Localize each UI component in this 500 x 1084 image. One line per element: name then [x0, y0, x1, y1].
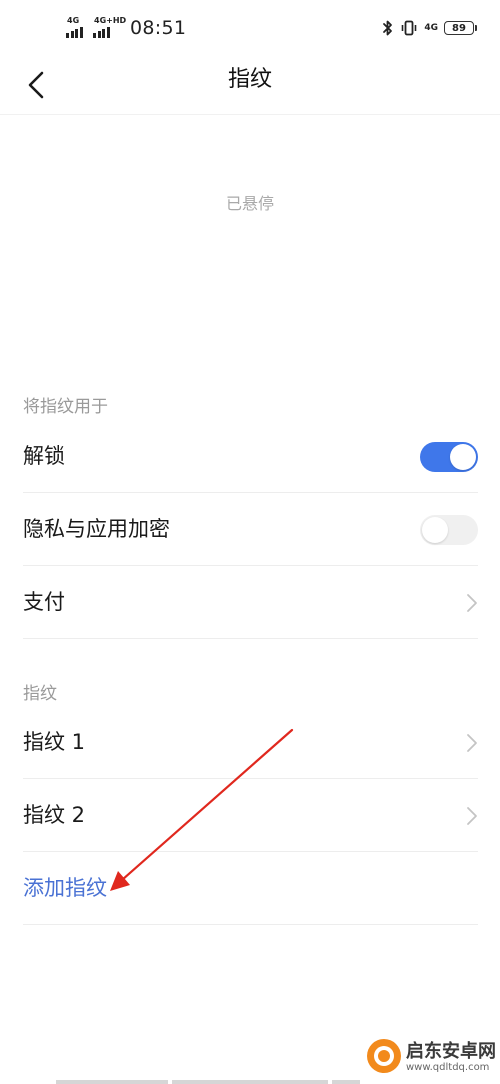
fingerprint-settings-screen: 4G 4G+HD 08:51 4G 89 指纹 已悬停 将指纹用于 解锁 隐私与…: [0, 0, 500, 1084]
data-network-label: 4G: [424, 23, 438, 33]
chevron-right-icon: [467, 733, 477, 752]
watermark-title: 启东安卓网: [406, 1041, 496, 1062]
status-bar: 4G 4G+HD 08:51 4G 89: [0, 0, 500, 56]
privacy-encryption-toggle[interactable]: [420, 514, 478, 545]
payment-row[interactable]: 支付: [23, 566, 478, 639]
sim1-network-label: 4G: [67, 16, 80, 25]
payment-label: 支付: [23, 590, 65, 614]
paused-status-text: 已悬停: [225, 194, 274, 213]
add-fingerprint-link[interactable]: 添加指纹: [23, 852, 107, 925]
privacy-encryption-label: 隐私与应用加密: [23, 517, 170, 541]
fingerprint-2-row[interactable]: 指纹 2: [23, 779, 478, 852]
site-watermark: 启东安卓网 www.qdltdq.com: [366, 1034, 496, 1080]
chevron-right-icon: [467, 806, 477, 825]
battery-level: 89: [452, 22, 466, 34]
usage-section-title: 将指纹用于: [23, 397, 108, 417]
watermark-logo-icon: [367, 1039, 401, 1073]
unlock-label: 解锁: [23, 444, 65, 468]
unlock-row[interactable]: 解锁: [23, 420, 478, 493]
fingerprint-section-title: 指纹: [23, 684, 57, 704]
app-header: 指纹: [0, 56, 500, 115]
page-title: 指纹: [227, 67, 272, 92]
unlock-toggle[interactable]: [420, 441, 478, 472]
sim1-signal-icon: 4G: [66, 16, 90, 40]
bottom-divider-bars: [56, 1080, 360, 1084]
vibrate-icon: [402, 20, 417, 36]
privacy-encryption-row[interactable]: 隐私与应用加密: [23, 493, 478, 566]
add-fingerprint-row[interactable]: 添加指纹: [23, 852, 478, 925]
sim2-network-label: 4G+HD: [94, 16, 127, 25]
chevron-right-icon: [467, 593, 477, 612]
status-bar-right: 4G 89: [382, 14, 477, 42]
battery-icon: 89: [444, 21, 477, 35]
watermark-url: www.qdltdq.com: [406, 1062, 490, 1073]
status-time: 08:51: [130, 17, 187, 39]
bluetooth-icon: [383, 20, 393, 36]
status-bar-left: 4G 4G+HD 08:51: [66, 14, 186, 42]
fingerprint-2-label: 指纹 2: [23, 803, 86, 827]
fingerprint-1-label: 指纹 1: [23, 730, 86, 754]
sim2-signal-icon: 4G+HD: [93, 16, 127, 40]
fingerprint-1-row[interactable]: 指纹 1: [23, 706, 478, 779]
